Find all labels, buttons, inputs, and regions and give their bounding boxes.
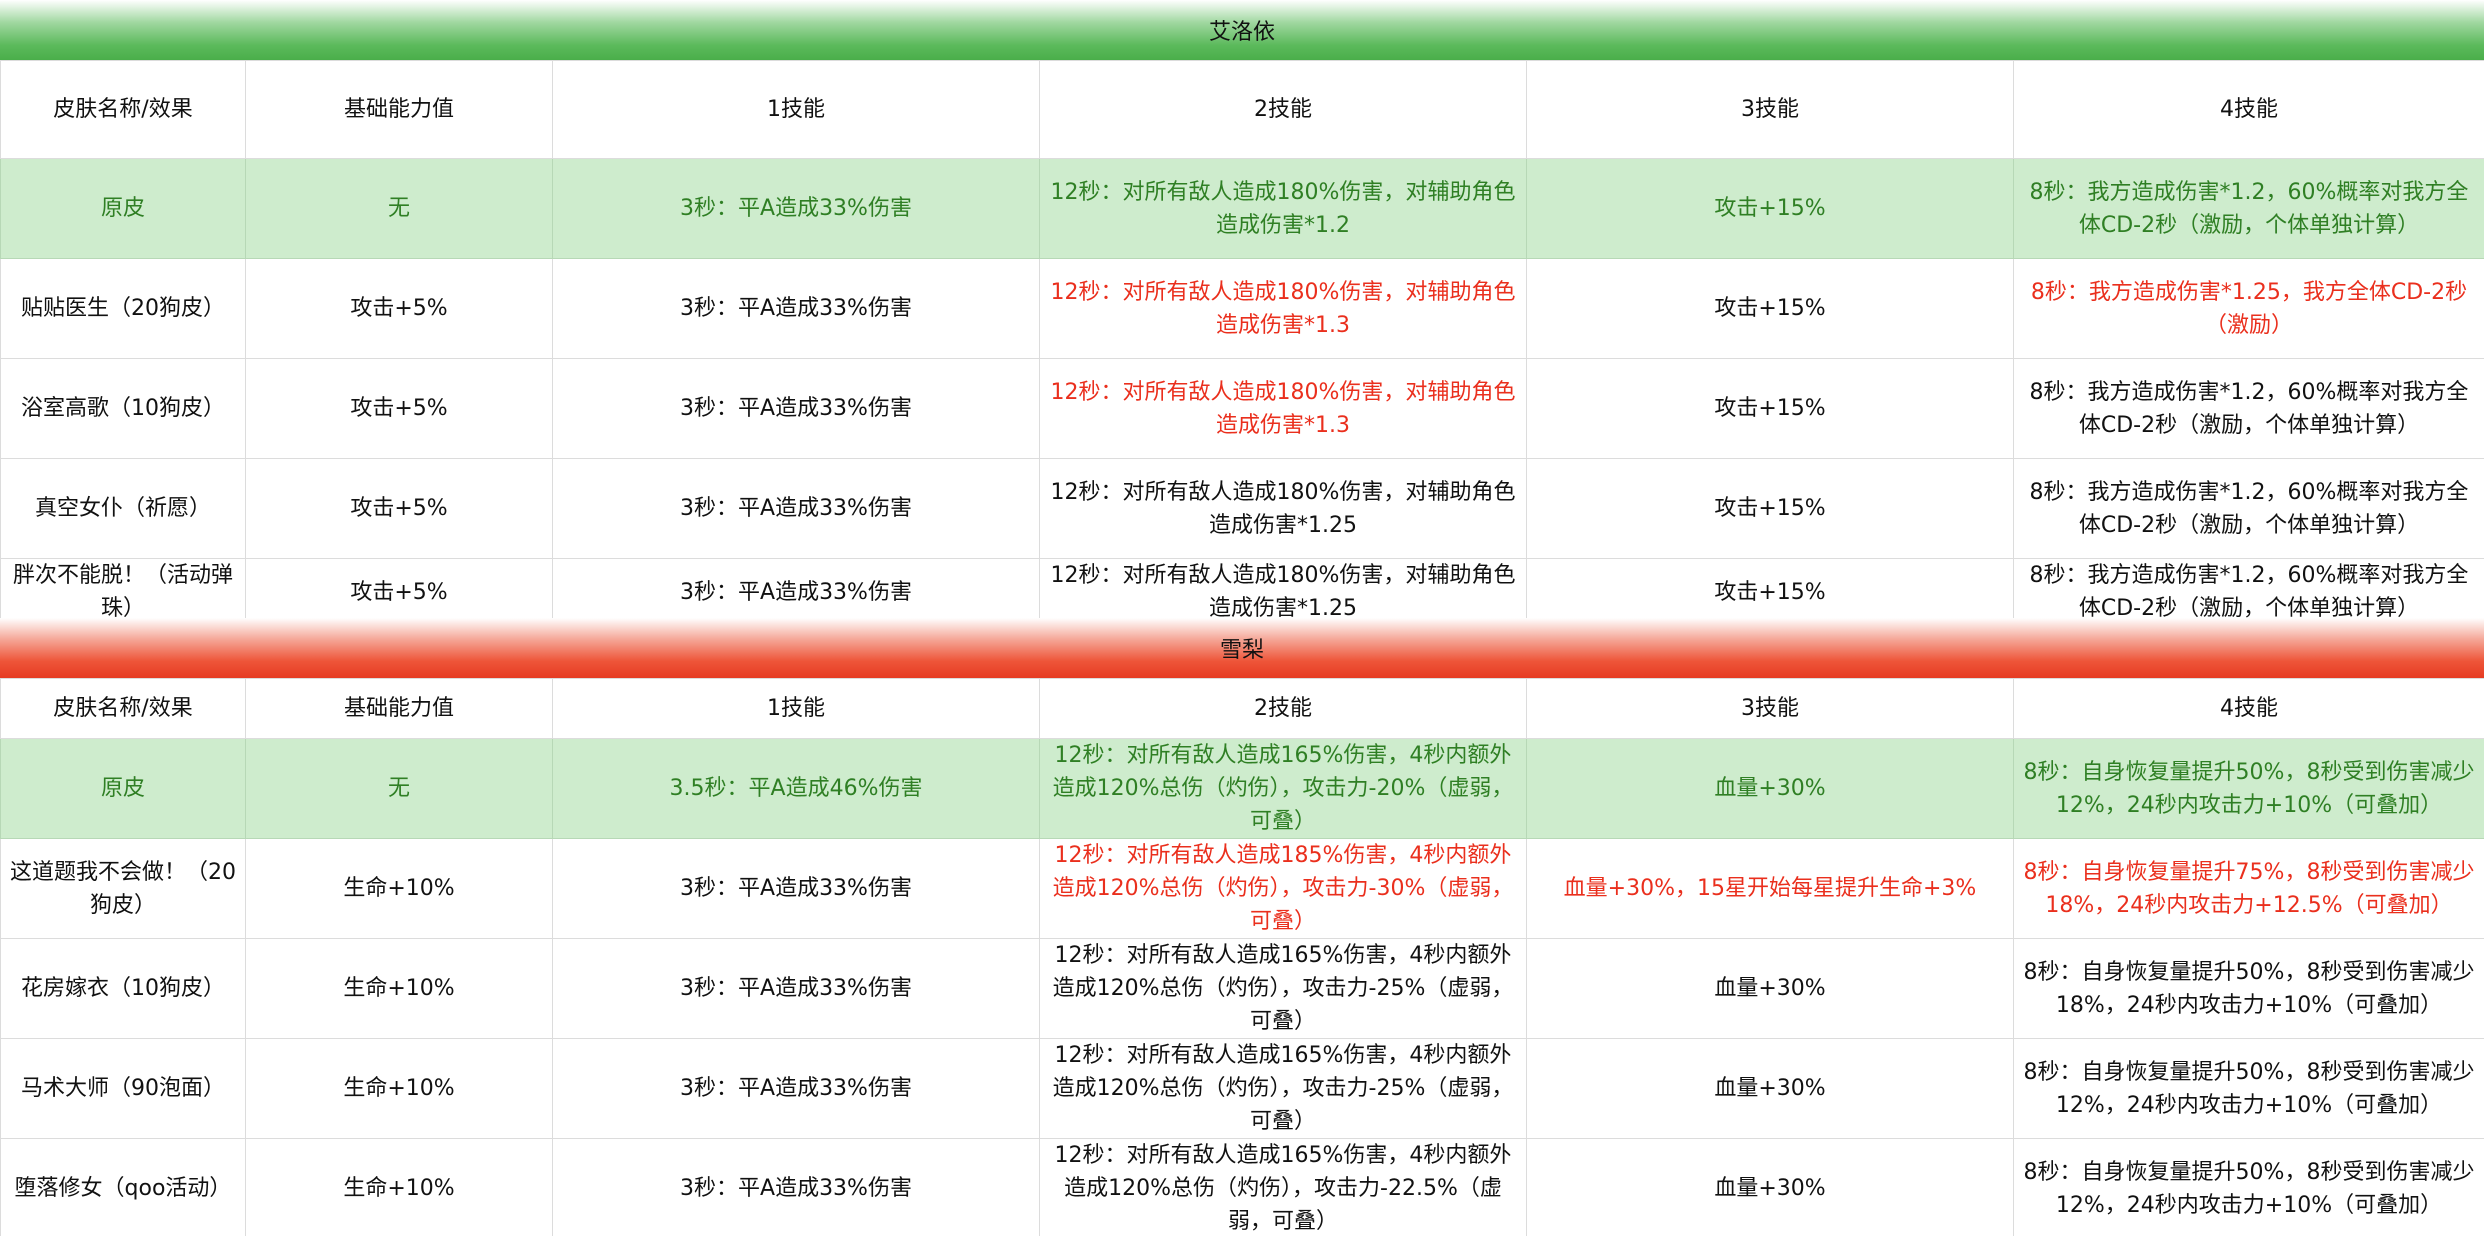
cell-skill2: 12秒：对所有敌人造成165%伤害，4秒内额外造成120%总伤（灼伤），攻击力-…: [1039, 1138, 1527, 1236]
cell-skill3: 血量+30%: [1526, 938, 2014, 1039]
cell-skill4: 8秒：自身恢复量提升50%，8秒受到伤害减少18%，24秒内攻击力+10%（可叠…: [2013, 938, 2484, 1039]
section-title-2: 雪梨: [1219, 638, 1264, 663]
table-row: 浴室高歌（10狗皮） 攻击+5% 3秒：平A造成33%伤害 12秒：对所有敌人造…: [0, 358, 2484, 459]
cell-base: 攻击+5%: [245, 258, 553, 359]
table-row: 真空女仆（祈愿） 攻击+5% 3秒：平A造成33%伤害 12秒：对所有敌人造成1…: [0, 458, 2484, 559]
section-title-1: 艾洛依: [1208, 20, 1275, 45]
table-row: 堕落修女（qoo活动） 生命+10% 3秒：平A造成33%伤害 12秒：对所有敌…: [0, 1138, 2484, 1236]
cell-base: 生命+10%: [245, 1138, 553, 1236]
skin-table-2: 皮肤名称/效果 基础能力值 1技能 2技能 3技能 4技能 原皮 无 3.5秒：…: [0, 678, 2484, 1236]
cell-skill1: 3秒：平A造成33%伤害: [552, 458, 1040, 559]
col-header-skill1: 1技能: [552, 678, 1040, 739]
cell-skill4: 8秒：我方造成伤害*1.2，60%概率对我方全体CD-2秒（激励，个体单独计算）: [2013, 158, 2484, 259]
cell-skill2: 12秒：对所有敌人造成165%伤害，4秒内额外造成120%总伤（灼伤），攻击力-…: [1039, 738, 1527, 839]
cell-skill4: 8秒：我方造成伤害*1.2，60%概率对我方全体CD-2秒（激励，个体单独计算）: [2013, 558, 2484, 626]
cell-skill3: 攻击+15%: [1526, 558, 2014, 626]
cell-name: 堕落修女（qoo活动）: [0, 1138, 246, 1236]
cell-skill2: 12秒：对所有敌人造成180%伤害，对辅助角色造成伤害*1.3: [1039, 258, 1527, 359]
cell-base: 生命+10%: [245, 938, 553, 1039]
cell-base: 攻击+5%: [245, 458, 553, 559]
cell-skill1: 3秒：平A造成33%伤害: [552, 358, 1040, 459]
section-header-2: 雪梨: [0, 618, 2484, 678]
cell-skill1: 3秒：平A造成33%伤害: [552, 1138, 1040, 1236]
cell-skill1: 3秒：平A造成33%伤害: [552, 938, 1040, 1039]
table-row: 原皮 无 3.5秒：平A造成46%伤害 12秒：对所有敌人造成165%伤害，4秒…: [0, 738, 2484, 839]
cell-skill3: 血量+30%，15星开始每星提升生命+3%: [1526, 838, 2014, 939]
cell-name: 花房嫁衣（10狗皮）: [0, 938, 246, 1039]
col-header-skill4: 4技能: [2013, 60, 2484, 159]
cell-skill4: 8秒：自身恢复量提升50%，8秒受到伤害减少12%，24秒内攻击力+10%（可叠…: [2013, 1138, 2484, 1236]
cell-skill3: 血量+30%: [1526, 1138, 2014, 1236]
table-row: 胖次不能脱！（活动弹珠） 攻击+5% 3秒：平A造成33%伤害 12秒：对所有敌…: [0, 558, 2484, 626]
header-row: 皮肤名称/效果 基础能力值 1技能 2技能 3技能 4技能: [0, 678, 2484, 739]
section-header-1: 艾洛依: [0, 0, 2484, 60]
cell-skill2: 12秒：对所有敌人造成165%伤害，4秒内额外造成120%总伤（灼伤），攻击力-…: [1039, 938, 1527, 1039]
cell-skill1: 3秒：平A造成33%伤害: [552, 558, 1040, 626]
header-row: 皮肤名称/效果 基础能力值 1技能 2技能 3技能 4技能: [0, 60, 2484, 159]
cell-name: 胖次不能脱！（活动弹珠）: [0, 558, 246, 626]
cell-base: 攻击+5%: [245, 358, 553, 459]
cell-skill1: 3秒：平A造成33%伤害: [552, 158, 1040, 259]
col-header-skill2: 2技能: [1039, 60, 1527, 159]
col-header-skill3: 3技能: [1526, 60, 2014, 159]
cell-skill2: 12秒：对所有敌人造成185%伤害，4秒内额外造成120%总伤（灼伤），攻击力-…: [1039, 838, 1527, 939]
table-row: 原皮 无 3秒：平A造成33%伤害 12秒：对所有敌人造成180%伤害，对辅助角…: [0, 158, 2484, 259]
col-header-name: 皮肤名称/效果: [0, 678, 246, 739]
cell-skill4: 8秒：自身恢复量提升50%，8秒受到伤害减少12%，24秒内攻击力+10%（可叠…: [2013, 1038, 2484, 1139]
cell-skill3: 攻击+15%: [1526, 358, 2014, 459]
cell-skill2: 12秒：对所有敌人造成180%伤害，对辅助角色造成伤害*1.2: [1039, 158, 1527, 259]
col-header-skill1: 1技能: [552, 60, 1040, 159]
cell-skill1: 3秒：平A造成33%伤害: [552, 838, 1040, 939]
cell-base: 生命+10%: [245, 1038, 553, 1139]
cell-skill4: 8秒：我方造成伤害*1.2，60%概率对我方全体CD-2秒（激励，个体单独计算）: [2013, 358, 2484, 459]
col-header-skill3: 3技能: [1526, 678, 2014, 739]
cell-base: 无: [245, 738, 553, 839]
cell-name: 贴贴医生（20狗皮）: [0, 258, 246, 359]
skin-table-1: 皮肤名称/效果 基础能力值 1技能 2技能 3技能 4技能 原皮 无 3秒：平A…: [0, 60, 2484, 626]
cell-skill3: 血量+30%: [1526, 1038, 2014, 1139]
cell-name: 浴室高歌（10狗皮）: [0, 358, 246, 459]
cell-name: 原皮: [0, 158, 246, 259]
cell-skill3: 血量+30%: [1526, 738, 2014, 839]
cell-skill2: 12秒：对所有敌人造成180%伤害，对辅助角色造成伤害*1.25: [1039, 458, 1527, 559]
table-row: 马术大师（90泡面） 生命+10% 3秒：平A造成33%伤害 12秒：对所有敌人…: [0, 1038, 2484, 1139]
cell-skill4: 8秒：自身恢复量提升75%，8秒受到伤害减少18%，24秒内攻击力+12.5%（…: [2013, 838, 2484, 939]
cell-name: 马术大师（90泡面）: [0, 1038, 246, 1139]
cell-base: 生命+10%: [245, 838, 553, 939]
cell-name: 这道题我不会做！（20狗皮）: [0, 838, 246, 939]
cell-skill1: 3.5秒：平A造成46%伤害: [552, 738, 1040, 839]
col-header-base: 基础能力值: [245, 678, 553, 739]
table-row: 贴贴医生（20狗皮） 攻击+5% 3秒：平A造成33%伤害 12秒：对所有敌人造…: [0, 258, 2484, 359]
cell-skill3: 攻击+15%: [1526, 458, 2014, 559]
table-row: 这道题我不会做！（20狗皮） 生命+10% 3秒：平A造成33%伤害 12秒：对…: [0, 838, 2484, 939]
cell-base: 无: [245, 158, 553, 259]
cell-skill4: 8秒：自身恢复量提升50%，8秒受到伤害减少12%，24秒内攻击力+10%（可叠…: [2013, 738, 2484, 839]
cell-skill4: 8秒：我方造成伤害*1.25，我方全体CD-2秒（激励）: [2013, 258, 2484, 359]
cell-skill4: 8秒：我方造成伤害*1.2，60%概率对我方全体CD-2秒（激励，个体单独计算）: [2013, 458, 2484, 559]
cell-skill1: 3秒：平A造成33%伤害: [552, 258, 1040, 359]
cell-skill1: 3秒：平A造成33%伤害: [552, 1038, 1040, 1139]
cell-skill3: 攻击+15%: [1526, 258, 2014, 359]
cell-skill3: 攻击+15%: [1526, 158, 2014, 259]
cell-name: 原皮: [0, 738, 246, 839]
cell-skill2: 12秒：对所有敌人造成180%伤害，对辅助角色造成伤害*1.25: [1039, 558, 1527, 626]
col-header-skill2: 2技能: [1039, 678, 1527, 739]
col-header-skill4: 4技能: [2013, 678, 2484, 739]
col-header-name: 皮肤名称/效果: [0, 60, 246, 159]
cell-skill2: 12秒：对所有敌人造成180%伤害，对辅助角色造成伤害*1.3: [1039, 358, 1527, 459]
table-row: 花房嫁衣（10狗皮） 生命+10% 3秒：平A造成33%伤害 12秒：对所有敌人…: [0, 938, 2484, 1039]
cell-base: 攻击+5%: [245, 558, 553, 626]
cell-name: 真空女仆（祈愿）: [0, 458, 246, 559]
skin-comparison-sheet: 艾洛依 皮肤名称/效果 基础能力值 1技能 2技能 3技能 4技能 原皮 无 3…: [0, 0, 2484, 1236]
col-header-base: 基础能力值: [245, 60, 553, 159]
cell-skill2: 12秒：对所有敌人造成165%伤害，4秒内额外造成120%总伤（灼伤），攻击力-…: [1039, 1038, 1527, 1139]
